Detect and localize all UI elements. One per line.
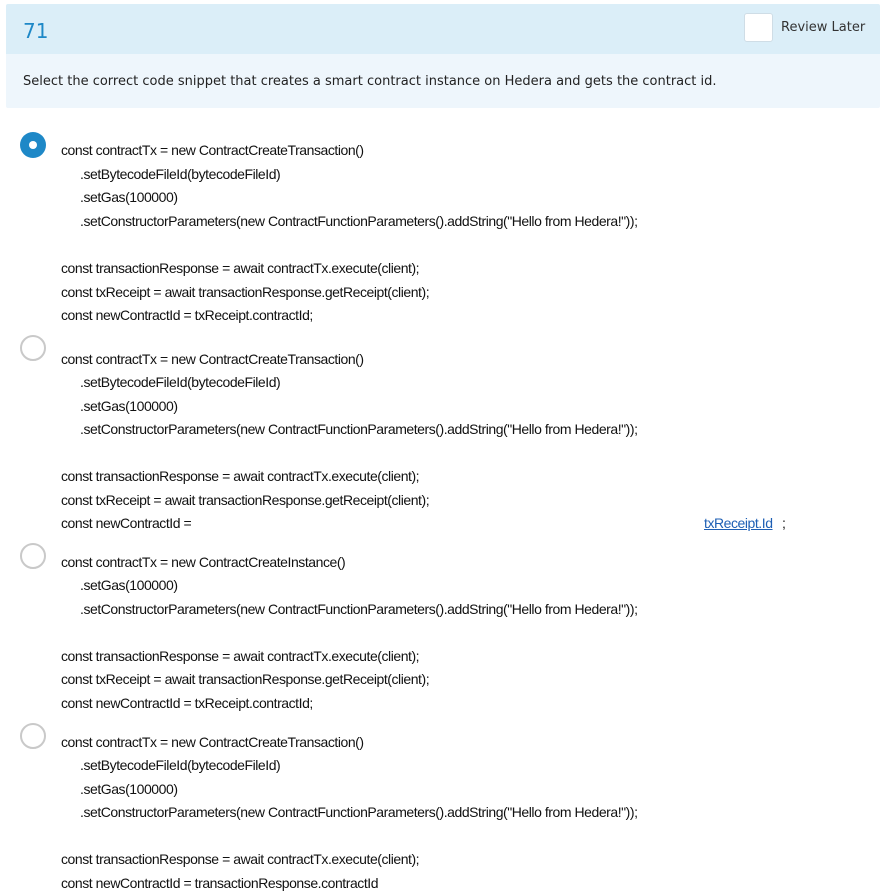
radio-dot-icon	[29, 141, 37, 149]
code-line: const transactionResponse = await contra…	[61, 851, 420, 867]
code-line: .setConstructorParameters(new ContractFu…	[80, 213, 638, 229]
code-line: const newContractId = transactionRespons…	[61, 875, 379, 891]
radio-button-selected[interactable]	[20, 132, 46, 158]
code-line: const newContractId = txReceipt.contract…	[61, 695, 313, 711]
code-line: const contractTx = new ContractCreateTra…	[61, 734, 364, 750]
code-line: .setConstructorParameters(new ContractFu…	[80, 804, 638, 820]
question-number: 71	[23, 19, 49, 43]
radio-button[interactable]	[20, 335, 46, 361]
code-line: const transactionResponse = await contra…	[61, 648, 420, 664]
code-line: .setBytecodeFileId(bytecodeFileId)	[80, 166, 281, 182]
code-line: .setGas(100000)	[80, 398, 178, 414]
code-line: .setConstructorParameters(new ContractFu…	[80, 601, 638, 617]
radio-button[interactable]	[20, 543, 46, 569]
code-line: const contractTx = new ContractCreateTra…	[61, 142, 364, 158]
code-line: const txReceipt = await transactionRespo…	[61, 284, 430, 300]
code-line: .setBytecodeFileId(bytecodeFileId)	[80, 757, 281, 773]
code-line: .setBytecodeFileId(bytecodeFileId)	[80, 374, 281, 390]
review-later-label[interactable]: Review Later	[781, 20, 865, 35]
code-line: .setGas(100000)	[80, 189, 178, 205]
radio-button[interactable]	[20, 723, 46, 749]
question-header: 71 Review Later	[6, 4, 880, 54]
code-line: const newContractId = txReceipt.contract…	[61, 307, 313, 323]
code-line: const contractTx = new ContractCreateIns…	[61, 554, 346, 570]
code-line: const transactionResponse = await contra…	[61, 468, 420, 484]
code-line: const txReceipt = await transactionRespo…	[61, 492, 430, 508]
receipt-id-link[interactable]: txReceipt.Id	[704, 515, 773, 531]
review-later-checkbox[interactable]	[744, 13, 773, 42]
code-line: .setGas(100000)	[80, 577, 178, 593]
code-line: const newContractId =	[61, 515, 192, 531]
code-line: const transactionResponse = await contra…	[61, 260, 420, 276]
question-body: Select the correct code snippet that cre…	[6, 54, 880, 108]
code-line: .setGas(100000)	[80, 781, 178, 797]
code-line: const contractTx = new ContractCreateTra…	[61, 351, 364, 367]
code-line-suffix: ;	[782, 515, 786, 531]
code-line: .setConstructorParameters(new ContractFu…	[80, 421, 638, 437]
code-line: const txReceipt = await transactionRespo…	[61, 671, 430, 687]
question-text: Select the correct code snippet that cre…	[23, 74, 717, 89]
